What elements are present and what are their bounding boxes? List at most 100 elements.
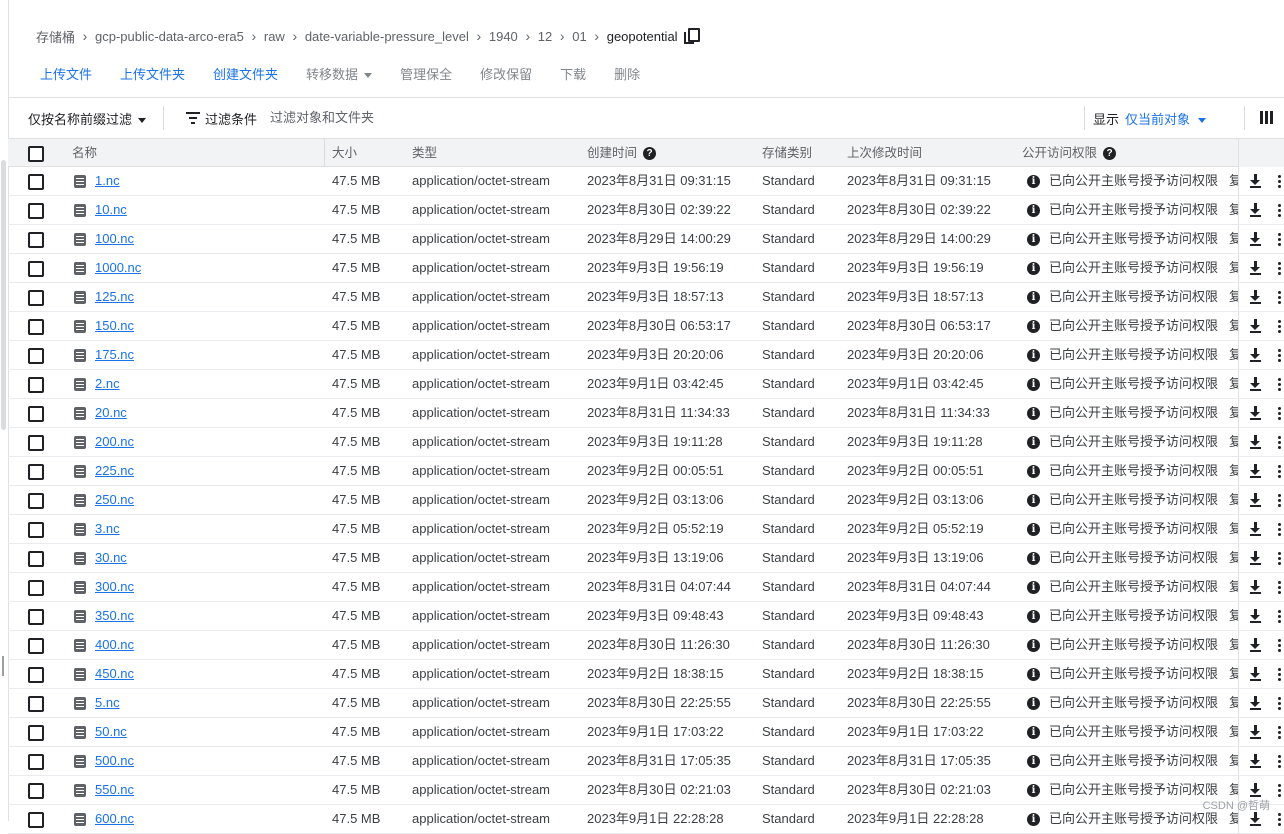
row-checkbox[interactable] bbox=[28, 522, 44, 538]
table-row[interactable]: 3.nc 47.5 MB application/octet-stream 2023年… bbox=[8, 515, 1284, 544]
download-icon[interactable] bbox=[1249, 464, 1263, 478]
object-name-link[interactable]: 200.nc bbox=[95, 434, 134, 449]
column-header-modified[interactable]: 上次修改时间 bbox=[847, 139, 922, 167]
breadcrumb-item[interactable]: 存储桶 bbox=[36, 27, 75, 46]
download-icon[interactable] bbox=[1249, 609, 1263, 623]
object-name-link[interactable]: 20.nc bbox=[95, 405, 127, 420]
row-checkbox[interactable] bbox=[28, 261, 44, 277]
table-row[interactable]: 100.nc 47.5 MB application/octet-stream 202… bbox=[8, 225, 1284, 254]
info-icon[interactable]: i bbox=[1027, 204, 1040, 217]
breadcrumb-item[interactable]: 01 bbox=[572, 29, 586, 44]
row-checkbox[interactable] bbox=[28, 812, 44, 828]
row-checkbox[interactable] bbox=[28, 406, 44, 422]
download-icon[interactable] bbox=[1249, 174, 1263, 188]
more-vert-icon[interactable] bbox=[1278, 233, 1282, 247]
row-checkbox[interactable] bbox=[28, 580, 44, 596]
column-header-size[interactable]: 大小 bbox=[332, 139, 357, 167]
info-icon[interactable]: i bbox=[1027, 523, 1040, 536]
row-checkbox[interactable] bbox=[28, 435, 44, 451]
create-folder-button[interactable]: 创建文件夹 bbox=[213, 64, 278, 83]
more-vert-icon[interactable] bbox=[1278, 697, 1282, 711]
resize-grip[interactable] bbox=[2, 656, 4, 676]
more-vert-icon[interactable] bbox=[1278, 320, 1282, 334]
info-icon[interactable]: i bbox=[1027, 755, 1040, 768]
download-icon[interactable] bbox=[1249, 754, 1263, 768]
download-icon[interactable] bbox=[1249, 551, 1263, 565]
column-header-type[interactable]: 类型 bbox=[412, 139, 437, 167]
info-icon[interactable]: i bbox=[1027, 639, 1040, 652]
download-icon[interactable] bbox=[1249, 319, 1263, 333]
column-header-storage-class[interactable]: 存储类别 bbox=[762, 139, 812, 167]
object-name-link[interactable]: 10.nc bbox=[95, 202, 127, 217]
more-vert-icon[interactable] bbox=[1278, 610, 1282, 624]
more-vert-icon[interactable] bbox=[1278, 755, 1282, 769]
table-row[interactable]: 550.nc 47.5 MB application/octet-stream 202… bbox=[8, 776, 1284, 805]
info-icon[interactable]: i bbox=[1027, 697, 1040, 710]
upload-files-button[interactable]: 上传文件 bbox=[40, 64, 92, 83]
filter-list-icon[interactable] bbox=[186, 112, 200, 124]
download-button[interactable]: 下载 bbox=[560, 64, 586, 83]
download-icon[interactable] bbox=[1249, 638, 1263, 652]
table-row[interactable]: 450.nc 47.5 MB application/octet-stream 202… bbox=[8, 660, 1284, 689]
info-icon[interactable]: i bbox=[1027, 291, 1040, 304]
table-row[interactable]: 2.nc 47.5 MB application/octet-stream 2023年… bbox=[8, 370, 1284, 399]
edit-retention-button[interactable]: 修改保留 bbox=[480, 64, 532, 83]
object-name-link[interactable]: 125.nc bbox=[95, 289, 134, 304]
download-icon[interactable] bbox=[1249, 580, 1263, 594]
more-vert-icon[interactable] bbox=[1278, 262, 1282, 276]
object-name-link[interactable]: 550.nc bbox=[95, 782, 134, 797]
row-checkbox[interactable] bbox=[28, 232, 44, 248]
object-name-link[interactable]: 450.nc bbox=[95, 666, 134, 681]
more-vert-icon[interactable] bbox=[1278, 813, 1282, 827]
download-icon[interactable] bbox=[1249, 348, 1263, 362]
info-icon[interactable]: i bbox=[1027, 581, 1040, 594]
info-icon[interactable]: i bbox=[1027, 494, 1040, 507]
table-row[interactable]: 225.nc 47.5 MB application/octet-stream 202… bbox=[8, 457, 1284, 486]
download-icon[interactable] bbox=[1249, 232, 1263, 246]
download-icon[interactable] bbox=[1249, 203, 1263, 217]
info-icon[interactable]: i bbox=[1027, 726, 1040, 739]
more-vert-icon[interactable] bbox=[1278, 668, 1282, 682]
more-vert-icon[interactable] bbox=[1278, 523, 1282, 537]
info-icon[interactable]: i bbox=[1027, 668, 1040, 681]
table-row[interactable]: 250.nc 47.5 MB application/octet-stream 202… bbox=[8, 486, 1284, 515]
row-checkbox[interactable] bbox=[28, 725, 44, 741]
row-checkbox[interactable] bbox=[28, 290, 44, 306]
object-name-link[interactable]: 1.nc bbox=[95, 173, 120, 188]
upload-folder-button[interactable]: 上传文件夹 bbox=[120, 64, 185, 83]
download-icon[interactable] bbox=[1249, 261, 1263, 275]
breadcrumb-item[interactable]: 1940 bbox=[489, 29, 518, 44]
table-row[interactable]: 150.nc 47.5 MB application/octet-stream 202… bbox=[8, 312, 1284, 341]
download-icon[interactable] bbox=[1249, 783, 1263, 797]
more-vert-icon[interactable] bbox=[1278, 204, 1282, 218]
scrollbar-thumb[interactable] bbox=[1, 160, 6, 430]
info-icon[interactable]: i bbox=[1027, 407, 1040, 420]
column-header-public-access[interactable]: 公开访问权限? bbox=[1022, 139, 1117, 167]
more-vert-icon[interactable] bbox=[1278, 175, 1282, 189]
more-vert-icon[interactable] bbox=[1278, 639, 1282, 653]
download-icon[interactable] bbox=[1249, 696, 1263, 710]
object-name-link[interactable]: 50.nc bbox=[95, 724, 127, 739]
table-row[interactable]: 600.nc 47.5 MB application/octet-stream 202… bbox=[8, 805, 1284, 834]
more-vert-icon[interactable] bbox=[1278, 552, 1282, 566]
object-name-link[interactable]: 150.nc bbox=[95, 318, 134, 333]
object-name-link[interactable]: 3.nc bbox=[95, 521, 120, 536]
table-row[interactable]: 350.nc 47.5 MB application/octet-stream 202… bbox=[8, 602, 1284, 631]
column-header-created[interactable]: 创建时间? bbox=[587, 139, 657, 167]
download-icon[interactable] bbox=[1249, 493, 1263, 507]
object-name-link[interactable]: 5.nc bbox=[95, 695, 120, 710]
table-row[interactable]: 1000.nc 47.5 MB application/octet-stream 20… bbox=[8, 254, 1284, 283]
info-icon[interactable]: i bbox=[1027, 349, 1040, 362]
table-row[interactable]: 500.nc 47.5 MB application/octet-stream 202… bbox=[8, 747, 1284, 776]
more-vert-icon[interactable] bbox=[1278, 407, 1282, 421]
object-name-link[interactable]: 30.nc bbox=[95, 550, 127, 565]
column-divider[interactable] bbox=[324, 139, 325, 167]
select-all-checkbox[interactable] bbox=[28, 146, 44, 162]
filter-label[interactable]: 过滤条件 bbox=[205, 109, 257, 128]
row-checkbox[interactable] bbox=[28, 348, 44, 364]
filter-input[interactable] bbox=[266, 106, 574, 128]
table-row[interactable]: 1.nc 47.5 MB application/octet-stream 2023年… bbox=[8, 167, 1284, 196]
object-name-link[interactable]: 300.nc bbox=[95, 579, 134, 594]
table-row[interactable]: 20.nc 47.5 MB application/octet-stream 2023… bbox=[8, 399, 1284, 428]
more-vert-icon[interactable] bbox=[1278, 378, 1282, 392]
